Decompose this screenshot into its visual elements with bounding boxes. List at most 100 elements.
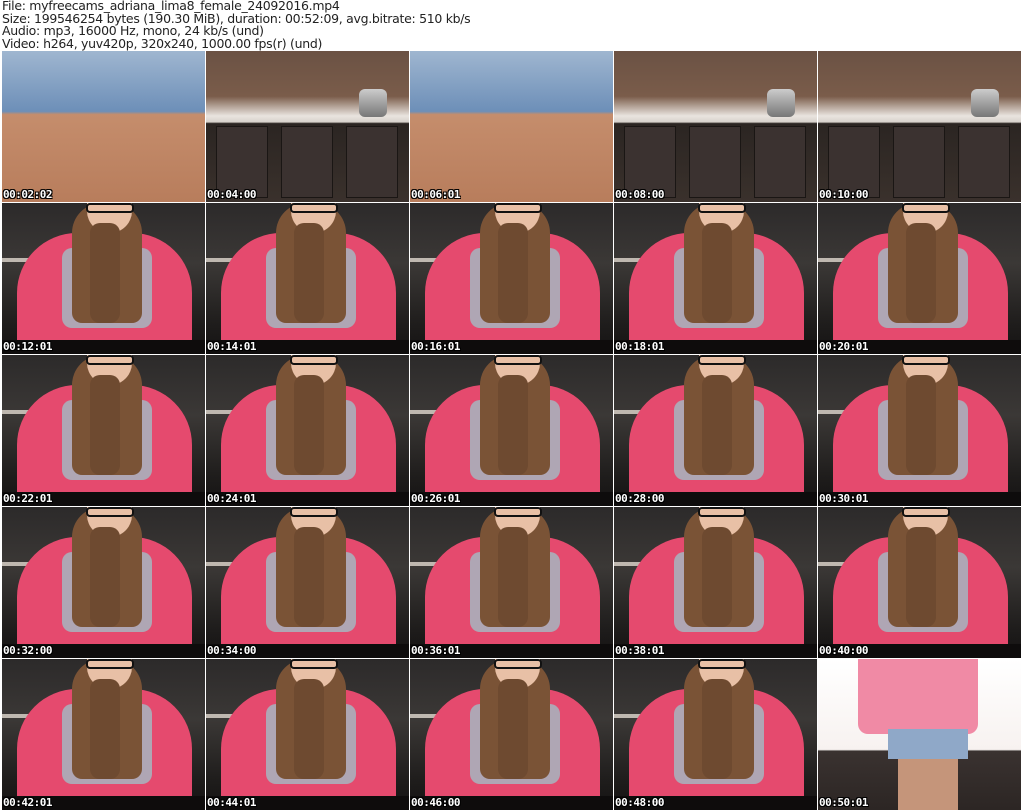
video-frame-thumbnail: 00:42:01	[2, 659, 205, 810]
frame-image-part	[494, 507, 542, 517]
video-frame-thumbnail: 00:12:01	[2, 203, 205, 354]
frame-timestamp: 00:44:01	[207, 796, 256, 809]
frame-image-part	[90, 679, 120, 779]
frame-timestamp: 00:28:00	[615, 492, 664, 505]
frame-image-part	[290, 507, 338, 517]
frame-image-part	[290, 203, 338, 213]
frame-image-part	[754, 126, 806, 198]
thumbnail-grid: 00:02:02 00:04:00 00:06:01 00:08:00 00:10:00…	[2, 51, 1022, 810]
video-frame-thumbnail: 00:02:02	[2, 51, 205, 202]
frame-timestamp: 00:14:01	[207, 340, 256, 353]
frame-image-part	[359, 89, 387, 117]
frame-timestamp: 00:48:00	[615, 796, 664, 809]
frame-image-part	[90, 527, 120, 627]
video-frame-thumbnail: 00:38:01	[614, 507, 817, 658]
frame-image-part	[906, 527, 936, 627]
frame-image-part	[698, 507, 746, 517]
video-frame-thumbnail: 00:26:01	[410, 355, 613, 506]
frame-image-part	[498, 375, 528, 475]
video-frame-thumbnail: 00:14:01	[206, 203, 409, 354]
frame-image-part	[958, 126, 1010, 198]
video-frame-thumbnail: 00:08:00	[614, 51, 817, 202]
frame-timestamp: 00:08:00	[615, 188, 664, 201]
frame-timestamp: 00:46:00	[411, 796, 460, 809]
frame-image-part	[346, 126, 398, 198]
frame-image-part	[902, 203, 950, 213]
frame-image-part	[767, 89, 795, 117]
video-frame-thumbnail: 00:06:01	[410, 51, 613, 202]
video-line: Video: h264, yuv420p, 320x240, 1000.00 f…	[2, 35, 323, 51]
frame-image-part	[898, 759, 958, 810]
video-frame-thumbnail: 00:16:01	[410, 203, 613, 354]
frame-image-part	[494, 355, 542, 365]
frame-timestamp: 00:22:01	[3, 492, 52, 505]
video-frame-thumbnail: 00:28:00	[614, 355, 817, 506]
frame-timestamp: 00:34:00	[207, 644, 256, 657]
frame-image-part	[281, 126, 333, 198]
frame-image-part	[698, 355, 746, 365]
frame-timestamp: 00:04:00	[207, 188, 256, 201]
frame-timestamp: 00:06:01	[411, 188, 460, 201]
frame-timestamp: 00:24:01	[207, 492, 256, 505]
frame-image-part	[689, 126, 741, 198]
video-frame-thumbnail: 00:10:00	[818, 51, 1021, 202]
frame-image-part	[702, 375, 732, 475]
frame-image-part	[494, 659, 542, 669]
frame-timestamp: 00:12:01	[3, 340, 52, 353]
frame-timestamp: 00:32:00	[3, 644, 52, 657]
video-frame-thumbnail: 00:20:01	[818, 203, 1021, 354]
video-frame-thumbnail: 00:40:00	[818, 507, 1021, 658]
frame-image-part	[698, 659, 746, 669]
video-frame-thumbnail: 00:34:00	[206, 507, 409, 658]
frame-image-part	[902, 355, 950, 365]
frame-image-part	[906, 375, 936, 475]
frame-image-part	[698, 203, 746, 213]
frame-image-part	[971, 89, 999, 117]
file-info-header: File: myfreecams_adriana_lima8_female_24…	[2, 0, 471, 51]
video-frame-thumbnail: 00:44:01	[206, 659, 409, 810]
frame-image-part	[906, 223, 936, 323]
frame-image-part	[858, 659, 978, 734]
frame-timestamp: 00:18:01	[615, 340, 664, 353]
frame-image-part	[290, 355, 338, 365]
frame-timestamp: 00:36:01	[411, 644, 460, 657]
frame-image-part	[294, 223, 324, 323]
frame-timestamp: 00:30:01	[819, 492, 868, 505]
video-frame-thumbnail: 00:04:00	[206, 51, 409, 202]
frame-timestamp: 00:40:00	[819, 644, 868, 657]
video-frame-thumbnail: 00:32:00	[2, 507, 205, 658]
video-frame-thumbnail: 00:46:00	[410, 659, 613, 810]
frame-image-part	[702, 527, 732, 627]
frame-image-part	[498, 527, 528, 627]
frame-timestamp: 00:02:02	[3, 188, 52, 201]
frame-timestamp: 00:42:01	[3, 796, 52, 809]
frame-image-part	[498, 679, 528, 779]
video-frame-thumbnail: 00:48:00	[614, 659, 817, 810]
frame-image-part	[702, 679, 732, 779]
frame-image-part	[902, 507, 950, 517]
frame-image-part	[294, 375, 324, 475]
video-frame-thumbnail: 00:22:01	[2, 355, 205, 506]
frame-image-part	[86, 507, 134, 517]
frame-image-part	[702, 223, 732, 323]
frame-timestamp: 00:50:01	[819, 796, 868, 809]
frame-image-part	[294, 679, 324, 779]
frame-image-part	[90, 223, 120, 323]
frame-timestamp: 00:38:01	[615, 644, 664, 657]
frame-image-part	[494, 203, 542, 213]
frame-image-part	[290, 659, 338, 669]
frame-image-part	[86, 203, 134, 213]
frame-timestamp: 00:20:01	[819, 340, 868, 353]
frame-timestamp: 00:10:00	[819, 188, 868, 201]
frame-image-part	[498, 223, 528, 323]
frame-image-part	[86, 355, 134, 365]
frame-timestamp: 00:26:01	[411, 492, 460, 505]
video-frame-thumbnail: 00:30:01	[818, 355, 1021, 506]
frame-image-part	[86, 659, 134, 669]
frame-image-part	[888, 729, 968, 759]
video-frame-thumbnail: 00:24:01	[206, 355, 409, 506]
video-frame-thumbnail: 00:50:01	[818, 659, 1021, 810]
frame-image-part	[294, 527, 324, 627]
frame-image-part	[893, 126, 945, 198]
frame-image-part	[90, 375, 120, 475]
